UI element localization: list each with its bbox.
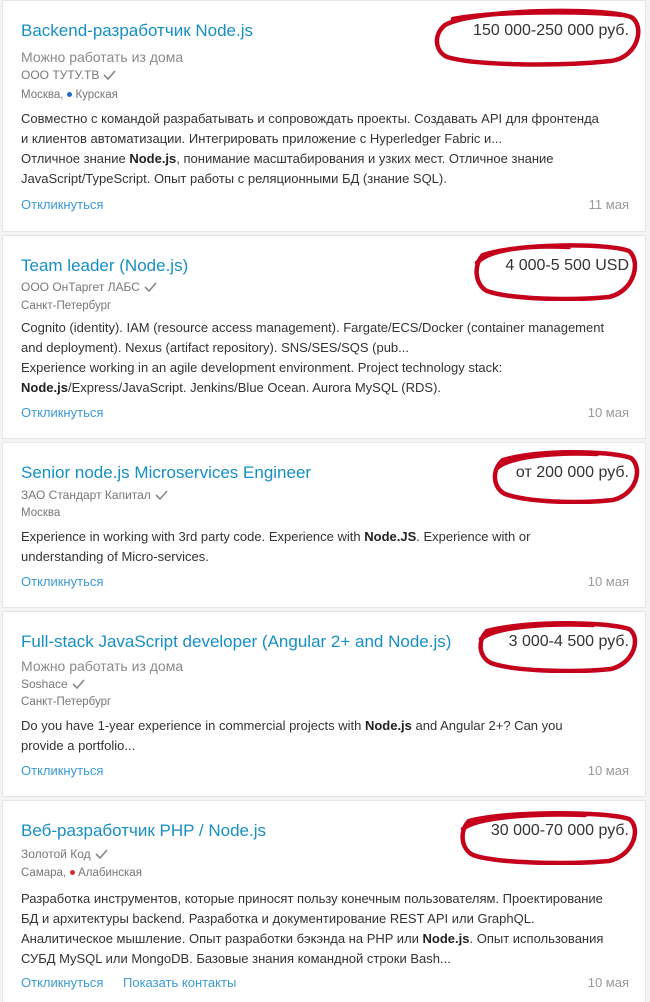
location-row: Москва, Курская: [21, 89, 118, 101]
vacancy-list: Backend-разработчик Node.js 150 000-250 …: [0, 0, 650, 1002]
location-row: Самара, Алабинская: [21, 867, 142, 879]
respond-button[interactable]: Откликнуться: [21, 574, 103, 589]
description-line: and deployment). Nexus (artifact reposit…: [21, 340, 409, 355]
description-line: provide a portfolio...: [21, 738, 136, 753]
company-row: Золотой Код: [21, 847, 108, 861]
description-line: СУБД MySQL или MongoDB. Базовые знания к…: [21, 951, 451, 966]
company-row: ЗАО Стандарт Капитал: [21, 488, 168, 502]
respond-button[interactable]: Откликнуться: [21, 763, 103, 778]
remote-work-label: Можно работать из дома: [21, 49, 184, 65]
respond-button[interactable]: Откликнуться: [21, 405, 103, 420]
metro-station: Курская: [75, 89, 118, 101]
description-line: БД и архитектуры backend. Разработка и д…: [21, 911, 535, 926]
remote-work-label: Можно работать из дома: [21, 658, 184, 674]
description-line: и клиентов автоматизации. Интегрировать …: [21, 131, 503, 146]
company-name[interactable]: ЗАО Стандарт Капитал: [21, 488, 151, 502]
description-line: Experience in working with 3rd party cod…: [21, 529, 531, 544]
company-row: ООО ТУТУ.ТВ: [21, 68, 116, 82]
vacancy-card: Team leader (Node.js) 4 000-5 500 USD ОО…: [2, 235, 646, 439]
city: Санкт-Петербург: [21, 696, 112, 708]
description-line: Разработка инструментов, которые принося…: [21, 891, 603, 906]
publish-date: 10 мая: [587, 405, 629, 420]
vacancy-card: Senior node.js Microservices Engineer от…: [2, 442, 646, 608]
description-line: understanding of Micro-services.: [21, 549, 209, 564]
city: Москва: [21, 507, 61, 519]
company-row: ООО ОнТаргет ЛАБС: [21, 280, 157, 294]
verified-check-icon: [155, 490, 168, 500]
description-line: Аналитическое мышление. Опыт разработки …: [21, 931, 604, 946]
salary: от 200 000 руб.: [515, 464, 629, 481]
metro-line-icon: [70, 869, 76, 875]
salary: 150 000-250 000 руб.: [473, 22, 629, 39]
company-name[interactable]: Soshace: [21, 677, 68, 691]
publish-date: 10 мая: [587, 763, 629, 778]
vacancy-description: Cognito (identity). IAM (resource access…: [21, 318, 627, 398]
company-name[interactable]: ООО ТУТУ.ТВ: [21, 68, 99, 82]
vacancy-title[interactable]: Team leader (Node.js): [21, 256, 188, 276]
vacancy-description: Разработка инструментов, которые принося…: [21, 889, 627, 969]
metro-station: Алабинская: [78, 867, 142, 879]
vacancy-card: Backend-разработчик Node.js 150 000-250 …: [2, 0, 646, 232]
publish-date: 10 мая: [587, 975, 629, 990]
salary: 4 000-5 500 USD: [505, 257, 629, 274]
city: Санкт-Петербург: [21, 300, 112, 312]
verified-check-icon: [103, 70, 116, 80]
publish-date: 10 мая: [587, 574, 629, 589]
description-line: Совместно с командой разрабатывать и соп…: [21, 111, 599, 126]
vacancy-description: Experience in working with 3rd party cod…: [21, 527, 627, 567]
verified-check-icon: [144, 282, 157, 292]
vacancy-title[interactable]: Веб-разработчик PHP / Node.js: [21, 821, 266, 841]
verified-check-icon: [95, 849, 108, 859]
metro-line-icon: [67, 91, 73, 97]
company-name[interactable]: ООО ОнТаргет ЛАБС: [21, 280, 140, 294]
publish-date: 11 мая: [588, 197, 629, 212]
vacancy-card: Веб-разработчик PHP / Node.js 30 000-70 …: [2, 800, 646, 1002]
salary: 3 000-4 500 руб.: [508, 633, 629, 650]
description-line: Отличное знание Node.js, понимание масшт…: [21, 151, 554, 166]
vacancy-card: Full-stack JavaScript developer (Angular…: [2, 611, 646, 797]
location-row: Санкт-Петербург: [21, 300, 111, 312]
vacancy-description: Совместно с командой разрабатывать и соп…: [21, 109, 627, 189]
city: Самара,: [21, 867, 67, 879]
vacancy-title[interactable]: Full-stack JavaScript developer (Angular…: [21, 632, 451, 652]
respond-button[interactable]: Откликнуться: [21, 975, 103, 990]
description-line: JavaScript/TypeScript. Опыт работы с рел…: [21, 171, 447, 186]
description-line: Experience working in an agile developme…: [21, 360, 503, 375]
vacancy-title[interactable]: Senior node.js Microservices Engineer: [21, 463, 311, 483]
salary: 30 000-70 000 руб.: [490, 822, 629, 839]
location-row: Москва: [21, 507, 60, 519]
description-line: Do you have 1-year experience in commerc…: [21, 718, 563, 733]
location-row: Санкт-Петербург: [21, 696, 111, 708]
vacancy-title[interactable]: Backend-разработчик Node.js: [21, 21, 253, 41]
description-line: Cognito (identity). IAM (resource access…: [21, 320, 605, 335]
city: Москва,: [21, 89, 64, 101]
vacancy-description: Do you have 1-year experience in commerc…: [21, 716, 627, 756]
description-line: Node.js/Express/JavaScript. Jenkins/Blue…: [21, 380, 442, 395]
verified-check-icon: [72, 679, 85, 689]
company-name[interactable]: Золотой Код: [21, 847, 91, 861]
company-row: Soshace: [21, 677, 85, 691]
respond-button[interactable]: Откликнуться: [21, 197, 103, 212]
show-contacts-button[interactable]: Показать контакты: [123, 975, 236, 990]
